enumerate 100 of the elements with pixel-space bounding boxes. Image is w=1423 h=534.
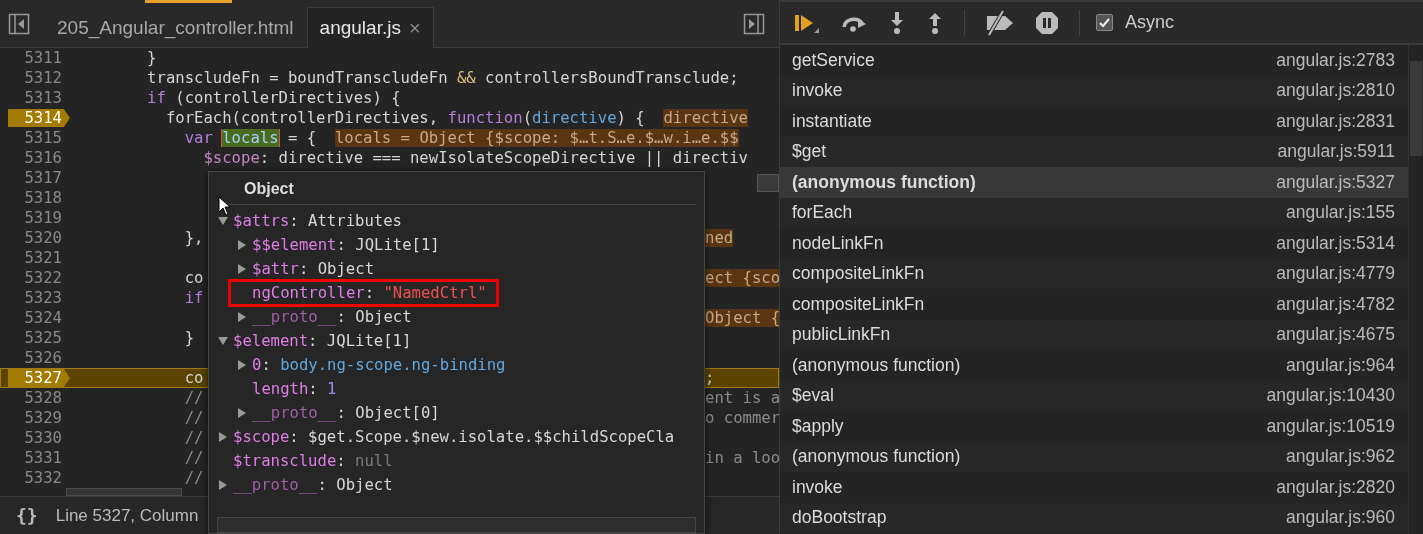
code-token: //	[183, 469, 204, 487]
code-token: var	[183, 129, 214, 147]
line-number[interactable]: 5323	[8, 289, 70, 307]
colon: :	[289, 428, 299, 446]
line-number[interactable]: 5322	[8, 269, 70, 287]
line-number[interactable]: 5330	[8, 429, 70, 447]
line-number[interactable]: 5328	[8, 389, 70, 407]
line-number[interactable]: 5316	[8, 149, 70, 167]
breakpoint-marker[interactable]: 5327	[8, 369, 70, 387]
code-token: transcludeFn = boundTranscludeFn	[146, 69, 449, 87]
pretty-print-button[interactable]: {}	[16, 505, 38, 526]
expand-arrow-icon[interactable]	[217, 431, 229, 443]
line-number[interactable]: 5326	[8, 349, 70, 367]
file-tab[interactable]: 205_Angular_controller.html	[44, 7, 307, 48]
code-token: }	[146, 49, 157, 67]
property-value: JQLite[1]	[355, 236, 440, 254]
file-tab[interactable]: angular.js ×	[306, 7, 434, 48]
code-token: forEach(controllerDirectives,	[164, 109, 440, 127]
expand-arrow-icon[interactable]	[236, 359, 248, 371]
line-number[interactable]: 5329	[8, 409, 70, 427]
inline-value: ned	[705, 229, 734, 247]
inline-value: locals = Object {$scope: $…t.S…e.$…w.i…e.$$	[334, 129, 739, 147]
line-number[interactable]: 5311	[8, 49, 70, 67]
expand-arrow-icon[interactable]	[236, 263, 248, 275]
property-value: JQLite[1]	[326, 332, 412, 350]
code-token: ent is a	[705, 389, 779, 407]
property-name: $element	[233, 332, 309, 350]
colon: :	[308, 332, 318, 350]
property-value: Object[0]	[355, 404, 440, 422]
property-value: 1	[327, 380, 337, 398]
code-token: controllersBoundTransclude;	[484, 69, 739, 87]
code-token: //	[183, 389, 204, 407]
code-token: },	[183, 229, 204, 247]
code-token: //	[183, 429, 204, 447]
expand-arrow-icon[interactable]	[236, 407, 248, 419]
line-number[interactable]: 5315	[8, 129, 70, 147]
line-number[interactable]: 5313	[8, 89, 70, 107]
code-token: co	[183, 269, 204, 287]
code-token: : directive === newIsolateScopeDirective || directiv	[259, 149, 748, 167]
hovered-token: locals	[222, 129, 279, 147]
line-number[interactable]: 5320	[8, 229, 70, 247]
line-number[interactable]: 5321	[8, 249, 70, 267]
close-icon[interactable]: ×	[408, 16, 421, 40]
property-name: $transclude	[233, 452, 337, 470]
scrollbar-thumb[interactable]	[757, 174, 779, 192]
deactivate-breakpoints-button[interactable]	[985, 9, 1015, 36]
line-number[interactable]: 5317	[8, 169, 70, 187]
async-label: Async	[1125, 12, 1175, 33]
colon: :	[336, 308, 346, 326]
colon: :	[308, 380, 318, 398]
line-number[interactable]: 5318	[8, 189, 70, 207]
cursor-position: Line 5327, Column	[55, 505, 199, 526]
scrollbar-thumb[interactable]	[66, 488, 182, 496]
expand-arrow-icon[interactable]	[217, 479, 229, 491]
colon: :	[336, 452, 346, 470]
toggle-sidebar-icon[interactable]	[8, 12, 30, 35]
expand-arrow-icon[interactable]	[236, 311, 248, 323]
inline-value: ect {sco	[705, 269, 779, 287]
toggle-debugger-icon[interactable]	[743, 12, 765, 35]
scrollbar[interactable]	[217, 517, 696, 533]
code-token: directive	[532, 109, 617, 127]
collapse-arrow-icon[interactable]	[217, 215, 229, 227]
code-token: ) {	[616, 109, 646, 127]
code-token: //	[183, 409, 204, 427]
property-name: $scope	[233, 428, 290, 446]
property-value: $get.Scope.$new.isolate.$$childScopeCla	[308, 428, 675, 446]
property-name: length	[252, 380, 309, 398]
code-token: in a loo	[705, 449, 779, 467]
code-token: = {	[286, 129, 318, 147]
property-name: __proto__	[233, 476, 318, 494]
property-name: $attr	[252, 260, 299, 278]
async-checkbox[interactable]	[1096, 14, 1113, 31]
expand-arrow-icon[interactable]	[236, 239, 248, 251]
code-token: o commer	[705, 409, 779, 427]
breakpoint-marker[interactable]: 5314	[8, 109, 70, 127]
colon: :	[336, 236, 346, 254]
code-token: if	[183, 289, 204, 307]
code-token: function	[447, 109, 523, 127]
line-number[interactable]: 5331	[8, 449, 70, 467]
property-value: body.ng-scope.ng-binding	[280, 356, 506, 374]
code-token: &&	[456, 69, 476, 87]
line-number[interactable]: 5319	[8, 209, 70, 227]
line-number[interactable]: 5332	[8, 469, 70, 487]
call-stack-frame[interactable]: (anonymous function) angular.js:5327	[780, 167, 1408, 198]
property-value: null	[355, 452, 393, 470]
property-name: ngController	[252, 284, 365, 302]
colon: :	[298, 260, 309, 278]
colon: :	[364, 284, 375, 302]
code-token: if	[146, 89, 166, 107]
line-number[interactable]: 5312	[8, 69, 70, 87]
property-value: "NamedCtrl"	[383, 284, 487, 302]
property-name: $attrs	[233, 212, 290, 230]
colon: :	[336, 404, 346, 422]
collapse-arrow-icon[interactable]	[217, 335, 229, 347]
line-number[interactable]: 5325	[8, 329, 70, 347]
pause-on-exceptions-button[interactable]	[1035, 10, 1059, 35]
code-token: ;	[705, 369, 715, 387]
colon: :	[289, 212, 299, 230]
line-number[interactable]: 5324	[8, 309, 70, 327]
colon: :	[317, 476, 327, 494]
